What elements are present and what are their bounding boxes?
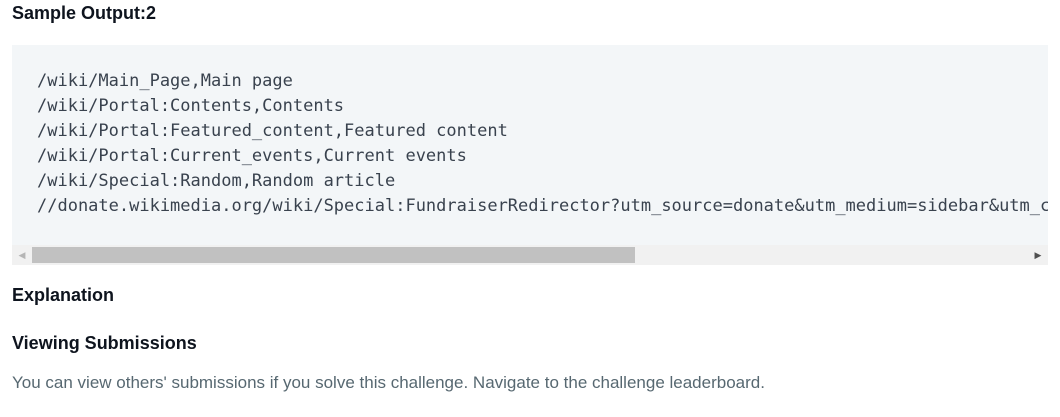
sample-output-heading: Sample Output:2 <box>12 3 157 23</box>
triangle-right-icon[interactable]: ▶ <box>1028 245 1048 265</box>
code-line: /wiki/Portal:Current_events,Current even… <box>37 146 467 166</box>
code-line: //donate.wikimedia.org/wiki/Special:Fund… <box>37 196 1048 216</box>
explanation-heading: Explanation <box>12 285 115 305</box>
scrollbar-thumb[interactable] <box>32 247 635 263</box>
code-line: /wiki/Portal:Contents,Contents <box>37 96 345 116</box>
triangle-left-icon[interactable]: ◀ <box>12 245 32 265</box>
viewing-submissions-heading: Viewing Submissions <box>12 333 197 353</box>
code-line: /wiki/Main_Page,Main page <box>37 71 293 91</box>
sample-output-code-block: /wiki/Main_Page,Main page/wiki/Portal:Co… <box>12 45 1048 265</box>
code-text: /wiki/Main_Page,Main page/wiki/Portal:Co… <box>37 69 1048 219</box>
horizontal-scrollbar[interactable]: ◀ ▶ <box>12 245 1048 265</box>
code-viewport: /wiki/Main_Page,Main page/wiki/Portal:Co… <box>12 45 1048 245</box>
code-line: /wiki/Portal:Featured_content,Featured c… <box>37 121 508 141</box>
scrollbar-track[interactable] <box>32 247 1028 263</box>
viewing-submissions-text: You can view others' submissions if you … <box>12 373 765 392</box>
code-line: /wiki/Special:Random,Random article <box>37 171 396 191</box>
